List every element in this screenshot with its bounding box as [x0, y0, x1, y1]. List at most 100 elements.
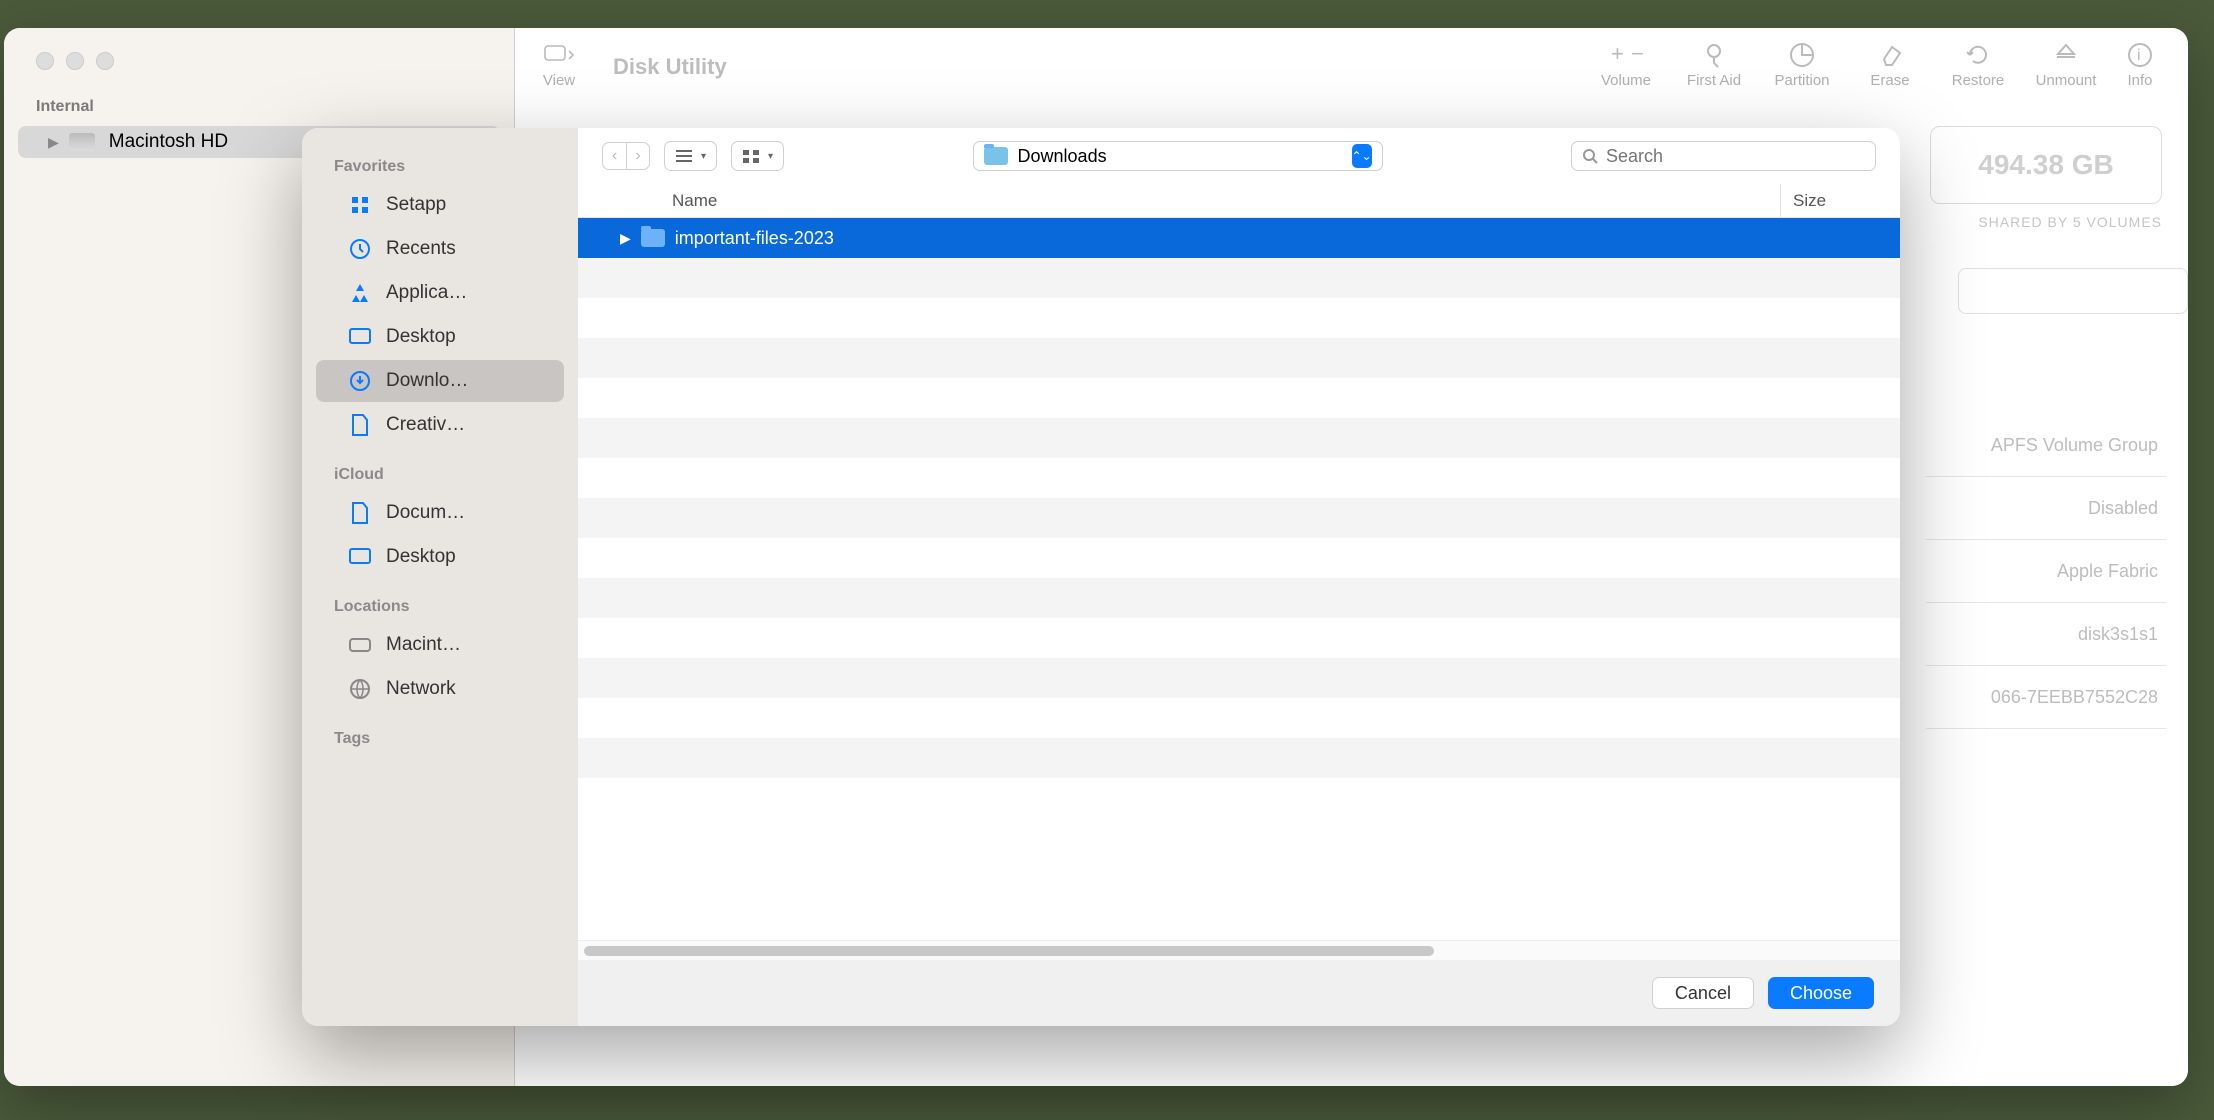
toolbar-label: Restore — [1952, 72, 2005, 89]
sidebar-item-label: Desktop — [386, 326, 456, 348]
file-row[interactable]: ▶ important-files-2023 — [578, 218, 1900, 258]
empty-row — [578, 458, 1900, 498]
sidebar-item-label: Recents — [386, 238, 456, 260]
erase-icon[interactable] — [1876, 38, 1904, 72]
sidebar-item-setapp[interactable]: Setapp — [316, 184, 564, 226]
toolbar-label: Erase — [1870, 72, 1909, 89]
detail-value: 066-7EEBB7552C28 — [1991, 687, 2158, 708]
svg-text:−: − — [1631, 43, 1644, 66]
empty-row — [578, 418, 1900, 458]
back-button[interactable]: ‹ — [602, 142, 626, 170]
globe-icon — [348, 677, 372, 701]
du-sidebar-item-label: Macintosh HD — [109, 131, 228, 153]
sidebar-item-documents[interactable]: Docum… — [316, 492, 564, 534]
column-header-size[interactable]: Size — [1780, 184, 1900, 217]
sidebar-item-network[interactable]: Network — [316, 668, 564, 710]
empty-row — [578, 618, 1900, 658]
empty-row — [578, 698, 1900, 738]
toolbar-label: Info — [2127, 72, 2152, 89]
sidebar-item-downloads[interactable]: Downlo… — [316, 360, 564, 402]
fp-main: ‹ › ▾ ▾ Downloads ⌃⌄ Name Size — [578, 128, 1900, 1026]
empty-row — [578, 658, 1900, 698]
sidebar-item-applications[interactable]: Applica… — [316, 272, 564, 314]
sidebar-item-label: Macint… — [386, 634, 461, 656]
minimize-button[interactable] — [66, 52, 84, 70]
first-aid-icon[interactable] — [1700, 38, 1728, 72]
download-icon — [348, 369, 372, 393]
desktop-icon — [348, 545, 372, 569]
fp-section-favorites: Favorites — [302, 140, 578, 182]
sidebar-item-label: Creativ… — [386, 414, 465, 436]
sidebar-item-recents[interactable]: Recents — [316, 228, 564, 270]
hdd-icon — [348, 633, 372, 657]
cancel-button[interactable]: Cancel — [1652, 977, 1754, 1009]
volume-add-icon[interactable]: +− — [1605, 38, 1647, 72]
view-mode-list[interactable]: ▾ — [664, 141, 717, 171]
column-header-name[interactable]: Name — [578, 184, 1780, 217]
file-name: important-files-2023 — [675, 228, 834, 249]
empty-row — [578, 538, 1900, 578]
svg-text:i: i — [2137, 47, 2141, 64]
partition-icon[interactable] — [1788, 38, 1816, 72]
fp-sidebar: Favorites Setapp Recents Applica… Deskto… — [302, 128, 578, 1026]
column-header-row: Name Size — [578, 184, 1900, 218]
sidebar-item-label: Desktop — [386, 546, 456, 568]
detail-value: APFS Volume Group — [1991, 435, 2158, 456]
file-list[interactable]: ▶ important-files-2023 — [578, 218, 1900, 940]
view-button[interactable] — [533, 38, 585, 72]
chevron-down-icon: ▾ — [701, 151, 706, 162]
fp-footer: Cancel Choose — [578, 960, 1900, 1026]
capacity-caption: SHARED BY 5 VOLUMES — [1978, 214, 2162, 230]
svg-text:+: + — [1611, 43, 1624, 66]
detail-value: disk3s1s1 — [2078, 624, 2158, 645]
sidebar-item-macintosh-hd[interactable]: Macint… — [316, 624, 564, 666]
view-mode-icons[interactable]: ▾ — [731, 141, 784, 171]
sidebar-item-label: Docum… — [386, 502, 465, 524]
apps-icon — [348, 281, 372, 305]
search-input[interactable] — [1606, 146, 1865, 167]
clock-icon — [348, 237, 372, 261]
horizontal-scrollbar[interactable] — [578, 940, 1900, 960]
du-sidebar-section-h: Internal — [4, 70, 514, 126]
sidebar-item-icloud-desktop[interactable]: Desktop — [316, 536, 564, 578]
doc-icon — [348, 501, 372, 525]
zoom-button[interactable] — [96, 52, 114, 70]
setapp-icon — [348, 193, 372, 217]
disk-icon — [69, 133, 95, 151]
sidebar-item-creative[interactable]: Creativ… — [316, 404, 564, 446]
empty-row — [578, 338, 1900, 378]
location-label: Downloads — [1018, 146, 1107, 167]
fp-section-icloud: iCloud — [302, 448, 578, 490]
location-dropdown[interactable]: Downloads ⌃⌄ — [973, 141, 1383, 171]
empty-row — [578, 578, 1900, 618]
chevron-right-icon: ▶ — [48, 134, 59, 151]
forward-button[interactable]: › — [626, 142, 650, 170]
unmount-icon[interactable] — [2052, 38, 2080, 72]
choose-button[interactable]: Choose — [1768, 977, 1874, 1009]
usage-bar — [1958, 268, 2188, 314]
fp-section-locations: Locations — [302, 580, 578, 622]
toolbar-label: Partition — [1774, 72, 1829, 89]
fp-toolbar: ‹ › ▾ ▾ Downloads ⌃⌄ — [578, 128, 1900, 184]
folder-icon — [641, 229, 665, 247]
toolbar-label: First Aid — [1687, 72, 1741, 89]
detail-table: APFS Volume Group Disabled Apple Fabric … — [1926, 414, 2166, 729]
empty-row — [578, 258, 1900, 298]
info-icon[interactable]: i — [2126, 38, 2154, 72]
toolbar-label: Unmount — [2036, 72, 2097, 89]
du-toolbar: View Disk Utility +−Volume First Aid Par… — [515, 28, 2188, 108]
detail-value: Apple Fabric — [2057, 561, 2158, 582]
empty-row — [578, 738, 1900, 778]
chevron-right-icon: ▶ — [620, 230, 631, 247]
restore-icon[interactable] — [1964, 38, 1992, 72]
search-icon — [1582, 148, 1598, 164]
close-button[interactable] — [36, 52, 54, 70]
folder-icon — [984, 147, 1008, 165]
sidebar-item-desktop[interactable]: Desktop — [316, 316, 564, 358]
sidebar-item-label: Downlo… — [386, 370, 468, 392]
empty-row — [578, 298, 1900, 338]
search-field[interactable] — [1571, 141, 1876, 171]
desktop-icon — [348, 325, 372, 349]
window-title: Disk Utility — [613, 28, 727, 80]
toolbar-label: Volume — [1601, 72, 1651, 89]
